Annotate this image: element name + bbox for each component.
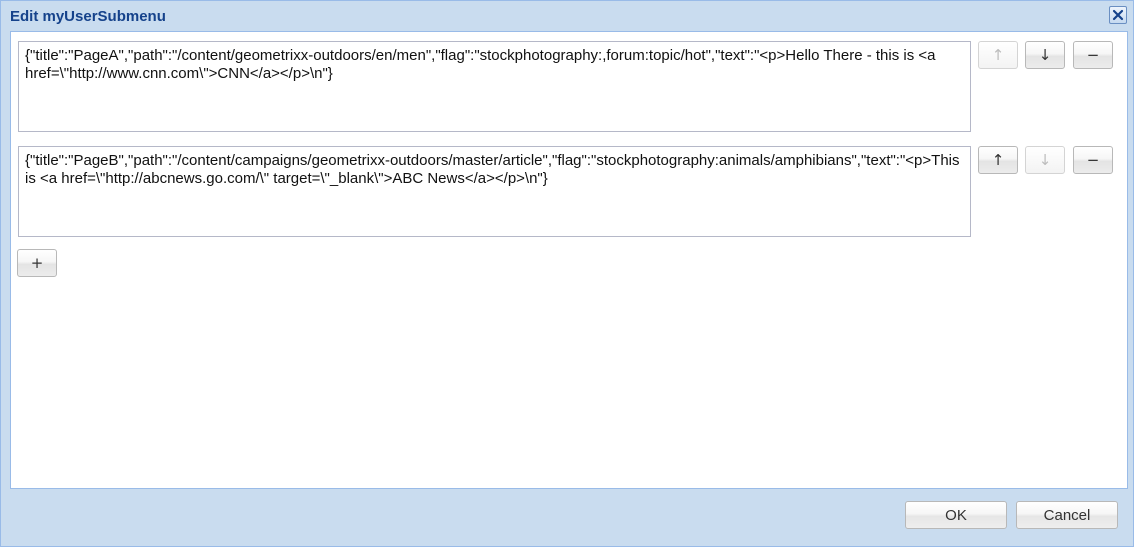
item-2-textarea[interactable]: {"title":"PageB","path":"/content/campai… [18,146,971,237]
multifield-panel: {"title":"PageA","path":"/content/geomet… [10,31,1128,489]
item-2-move-down-button[interactable]: ↓ [1025,146,1065,174]
dialog-title-bar[interactable]: Edit myUserSubmenu [1,1,1133,31]
item-1-move-down-button[interactable]: ↓ [1025,41,1065,69]
add-item-button[interactable]: + [17,249,57,277]
close-icon [1112,9,1124,21]
close-button[interactable] [1109,6,1127,24]
item-2-remove-button[interactable]: − [1073,146,1113,174]
item-1-textarea[interactable]: {"title":"PageA","path":"/content/geomet… [18,41,971,132]
item-1-move-up-button[interactable]: ↑ [978,41,1018,69]
item-2-move-up-button[interactable]: ↑ [978,146,1018,174]
edit-dialog: Edit myUserSubmenu {"title":"PageA","pat… [0,0,1134,547]
cancel-button[interactable]: Cancel [1016,501,1118,529]
item-1-remove-button[interactable]: − [1073,41,1113,69]
dialog-footer: OK Cancel [1,489,1133,547]
dialog-title: Edit myUserSubmenu [10,8,166,25]
ok-button[interactable]: OK [905,501,1007,529]
